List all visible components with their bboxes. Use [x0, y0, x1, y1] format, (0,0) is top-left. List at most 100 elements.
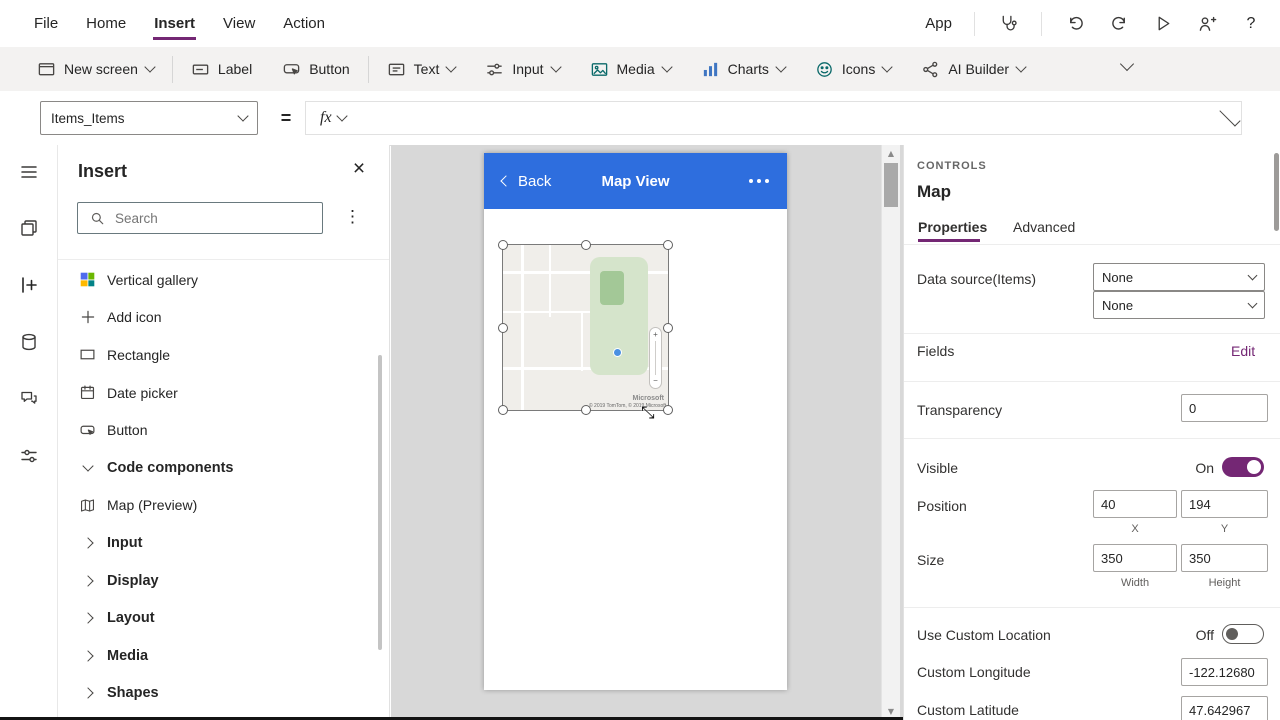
visible-state-label: On [1195, 460, 1214, 476]
position-y-input[interactable] [1181, 490, 1268, 518]
position-label: Position [917, 498, 967, 514]
canvas-area[interactable]: Back Map View + − [391, 145, 903, 720]
settings-sliders-icon[interactable] [17, 444, 41, 468]
menu-file[interactable]: File [20, 0, 72, 47]
insert-icon[interactable] [17, 273, 41, 297]
formula-expand-icon[interactable] [1219, 105, 1240, 126]
undo-icon[interactable] [1064, 13, 1086, 35]
transparency-input[interactable] [1181, 394, 1268, 422]
divider [1041, 12, 1042, 36]
data-sources-icon[interactable] [17, 330, 41, 354]
back-button[interactable]: Back [484, 173, 551, 190]
help-icon[interactable]: ? [1240, 13, 1262, 35]
map-control[interactable]: + − Microsoft © 2019 TomTom, © 2019 Micr… [503, 245, 668, 410]
menu-home[interactable]: Home [72, 0, 140, 47]
ribbon-new-screen[interactable]: New screen [22, 47, 169, 91]
insert-category-input[interactable]: Input [58, 524, 389, 562]
left-rail [0, 145, 58, 720]
edit-fields-link[interactable]: Edit [1231, 343, 1255, 359]
control-name: Map [917, 182, 951, 202]
insert-item-add-icon[interactable]: Add icon [58, 299, 389, 337]
tab-properties[interactable]: Properties [918, 219, 987, 235]
redo-icon[interactable] [1108, 13, 1130, 35]
formula-input[interactable] [346, 102, 1219, 134]
insert-item-rectangle[interactable]: Rectangle [58, 336, 389, 374]
zoom-out-icon[interactable]: − [653, 377, 658, 385]
ribbon-label: Label [218, 61, 252, 77]
custom-latitude-input[interactable] [1181, 696, 1268, 720]
search-box[interactable] [77, 202, 323, 234]
property-selector-dropdown[interactable]: Items_Items [40, 101, 258, 135]
app-menu[interactable]: App [925, 15, 952, 32]
insert-item-label: Add icon [107, 309, 161, 325]
fx-label[interactable]: fx [306, 109, 338, 127]
insert-item-vertical-gallery[interactable]: Vertical gallery [58, 261, 389, 299]
menu-view[interactable]: View [209, 0, 269, 47]
tab-advanced[interactable]: Advanced [1013, 219, 1075, 235]
insert-item-button[interactable]: Button [58, 411, 389, 449]
play-icon[interactable] [1152, 13, 1174, 35]
resize-handle-n[interactable] [581, 240, 591, 250]
resize-handle-ne[interactable] [663, 240, 673, 250]
insert-category-code-components[interactable]: Code components [58, 449, 389, 487]
resize-handle-nw[interactable] [498, 240, 508, 250]
insert-category-media[interactable]: Media [58, 637, 389, 675]
resize-handle-s[interactable] [581, 405, 591, 415]
canvas-scrollbar[interactable]: ▲ ▼ [881, 145, 900, 720]
properties-scrollbar-thumb[interactable] [1274, 153, 1279, 231]
insert-category-layout[interactable]: Layout [58, 599, 389, 637]
insert-panel: Insert × ⋮ Vertical gallery Add icon [58, 145, 390, 720]
ribbon-label: Input [512, 61, 543, 77]
ribbon-collapse-icon[interactable] [1120, 57, 1134, 71]
scrollbar-thumb[interactable] [884, 163, 898, 207]
custom-latitude-label: Custom Latitude [917, 702, 1019, 718]
search-input[interactable] [113, 210, 322, 227]
tree-view-icon[interactable] [17, 216, 41, 240]
app-checker-icon[interactable] [997, 13, 1019, 35]
resize-handle-sw[interactable] [498, 405, 508, 415]
zoom-in-icon[interactable]: + [653, 331, 658, 339]
resize-handle-se[interactable] [663, 405, 673, 415]
menu-insert[interactable]: Insert [140, 0, 209, 47]
custom-location-toggle[interactable] [1222, 624, 1264, 644]
chevron-down-icon [144, 61, 155, 72]
size-height-input[interactable] [1181, 544, 1268, 572]
ribbon-text[interactable]: Text [372, 47, 471, 91]
app-screen[interactable]: Back Map View [484, 153, 787, 690]
screen-menu-icon[interactable] [749, 179, 769, 183]
size-width-input[interactable] [1093, 544, 1177, 572]
share-person-icon[interactable] [1196, 13, 1218, 35]
zoom-slider[interactable] [655, 341, 656, 375]
insert-item-date-picker[interactable]: Date picker [58, 374, 389, 412]
insert-category-shapes[interactable]: Shapes [58, 675, 389, 713]
ribbon-icons[interactable]: Icons [800, 47, 906, 91]
chevron-right-icon [78, 614, 97, 622]
ribbon-media[interactable]: Media [575, 47, 686, 91]
more-options-icon[interactable]: ⋮ [344, 207, 361, 227]
hamburger-icon[interactable] [17, 160, 41, 184]
data-source-dropdown-2[interactable]: None [1093, 291, 1265, 319]
resize-handle-e[interactable] [663, 323, 673, 333]
position-x-input[interactable] [1093, 490, 1177, 518]
menu-action[interactable]: Action [269, 0, 339, 47]
custom-longitude-input[interactable] [1181, 658, 1268, 686]
ribbon-input[interactable]: Input [470, 47, 574, 91]
ribbon-label-item[interactable]: Label [176, 47, 267, 91]
comments-icon[interactable] [17, 386, 41, 410]
ribbon-label: New screen [64, 61, 138, 77]
map-preview[interactable]: + − Microsoft © 2019 TomTom, © 2019 Micr… [503, 245, 668, 410]
ribbon-ai-builder[interactable]: AI Builder [906, 47, 1040, 91]
close-icon[interactable]: × [347, 157, 371, 181]
insert-panel-scrollbar[interactable] [378, 355, 382, 650]
data-source-dropdown-1[interactable]: None [1093, 263, 1265, 291]
insert-category-display[interactable]: Display [58, 562, 389, 600]
resize-handle-w[interactable] [498, 323, 508, 333]
scroll-up-icon[interactable]: ▲ [882, 145, 900, 162]
ribbon-button-item[interactable]: Button [267, 47, 364, 91]
ribbon-charts[interactable]: Charts [686, 47, 800, 91]
insert-item-label: Map (Preview) [107, 497, 197, 513]
ribbon: New screen Label Button Text [0, 47, 1280, 92]
insert-item-map-preview[interactable]: Map (Preview) [58, 487, 389, 525]
map-zoom-control[interactable]: + − [649, 327, 662, 389]
visible-toggle[interactable] [1222, 457, 1264, 477]
